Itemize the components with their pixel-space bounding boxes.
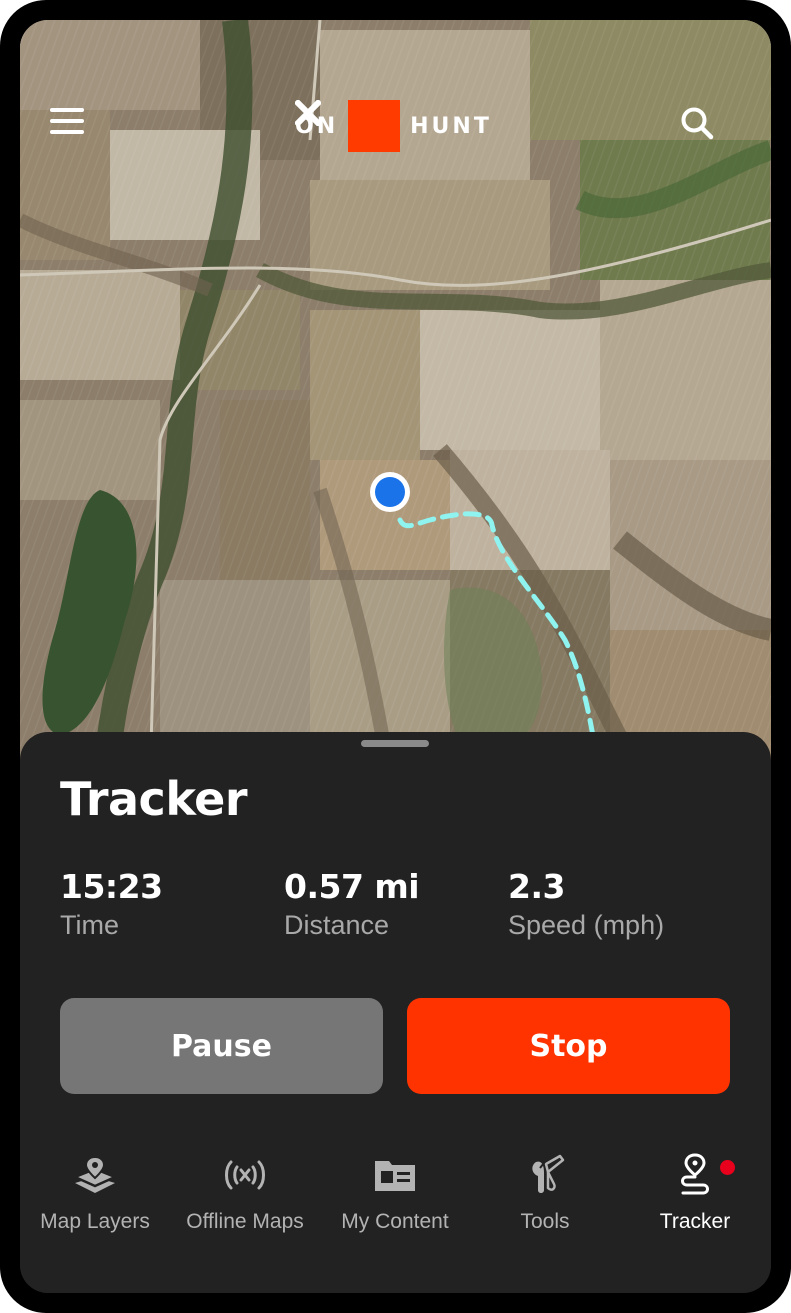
bottom-navigation: Map Layers Offline Maps My Content Tools… — [20, 1140, 771, 1260]
tools-icon — [522, 1152, 568, 1198]
device-frame: ON HUNT Tracker 15:23 Time 0.57 mi Dista… — [0, 0, 791, 1313]
menu-button[interactable] — [50, 106, 110, 166]
stat-speed: 2.3 Speed (mph) — [508, 868, 664, 941]
app-screen: ON HUNT Tracker 15:23 Time 0.57 mi Dista… — [20, 20, 771, 1293]
sheet-drag-handle[interactable] — [361, 740, 429, 747]
nav-label-tracker: Tracker — [659, 1210, 731, 1233]
satellite-map[interactable]: ON HUNT — [20, 20, 771, 780]
stat-time: 15:23 Time — [60, 868, 163, 941]
nav-item-offline-maps[interactable]: Offline Maps — [170, 1152, 320, 1252]
tracker-notification-dot — [720, 1160, 735, 1175]
stat-speed-value: 2.3 — [508, 867, 565, 906]
map-layers-icon — [72, 1152, 118, 1198]
nav-label-tools: Tools — [520, 1210, 570, 1233]
my-content-icon — [372, 1152, 418, 1198]
nav-item-my-content[interactable]: My Content — [320, 1152, 470, 1252]
nav-item-tracker[interactable]: Tracker — [620, 1152, 770, 1252]
stat-distance-label: Distance — [284, 910, 390, 940]
pause-button[interactable]: Pause — [60, 998, 383, 1094]
stat-speed-label: Speed (mph) — [508, 910, 665, 940]
nav-label-my-content: My Content — [341, 1210, 449, 1233]
stat-time-value: 15:23 — [60, 867, 163, 906]
nav-label-offline-maps: Offline Maps — [186, 1210, 304, 1233]
nav-label-map-layers: Map Layers — [40, 1210, 150, 1233]
tracker-icon — [672, 1152, 718, 1198]
logo-right-text: HUNT — [410, 113, 492, 139]
nav-item-map-layers[interactable]: Map Layers — [20, 1152, 170, 1252]
stop-button[interactable]: Stop — [407, 998, 730, 1094]
stat-distance: 0.57 mi Distance — [284, 867, 420, 941]
stat-time-label: Time — [60, 910, 119, 940]
nav-item-tools[interactable]: Tools — [470, 1152, 620, 1252]
offline-maps-icon — [222, 1152, 268, 1198]
logo-x-icon — [295, 100, 401, 152]
onx-hunt-logo: ON HUNT — [295, 100, 492, 152]
tracker-title: Tracker — [60, 772, 248, 826]
search-button[interactable] — [680, 106, 740, 166]
stat-distance-value: 0.57 mi — [284, 867, 420, 906]
